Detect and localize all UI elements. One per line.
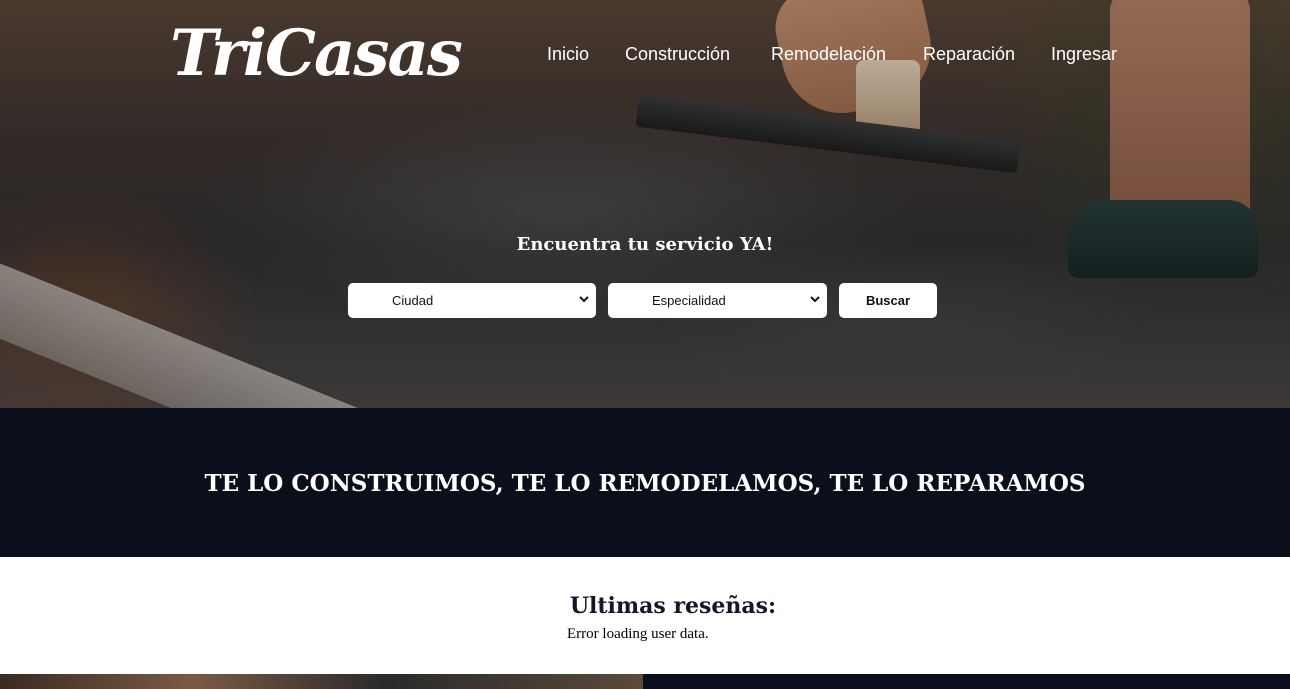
nav-item-ingresar[interactable]: Ingresar xyxy=(1051,42,1117,66)
reviews-error-message: Error loading user data. xyxy=(567,626,709,642)
reviews-section: Ultimas reseñas: Error loading user data… xyxy=(0,557,1290,674)
chevron-down-icon xyxy=(809,292,821,309)
main-nav: Inicio Construcción Remodelación Reparac… xyxy=(0,42,1290,66)
specialty-select[interactable]: Especialidad xyxy=(607,282,828,319)
specialty-select-value: Especialidad xyxy=(652,293,726,308)
reviews-title: Ultimas reseñas: xyxy=(569,593,777,619)
city-select[interactable]: Ciudad xyxy=(347,282,597,319)
footer-panel xyxy=(643,674,1290,689)
nav-item-inicio[interactable]: Inicio xyxy=(547,42,589,66)
hero-section: TriCasas Inicio Construcción Remodelació… xyxy=(0,0,1290,408)
footer-image xyxy=(0,674,643,689)
tagline-banner: TE LO CONSTRUIMOS, TE LO REMODELAMOS, TE… xyxy=(0,408,1290,557)
chevron-down-icon xyxy=(578,292,590,309)
city-select-value: Ciudad xyxy=(392,293,434,308)
nav-item-remodelacion[interactable]: Remodelación xyxy=(771,42,886,66)
nav-item-reparacion[interactable]: Reparación xyxy=(923,42,1015,66)
tagline-text: TE LO CONSTRUIMOS, TE LO REMODELAMOS, TE… xyxy=(204,470,1086,497)
nav-item-construccion[interactable]: Construcción xyxy=(625,42,730,66)
search-title: Encuentra tu servicio YA! xyxy=(516,234,774,255)
search-button[interactable]: Buscar xyxy=(838,282,938,319)
